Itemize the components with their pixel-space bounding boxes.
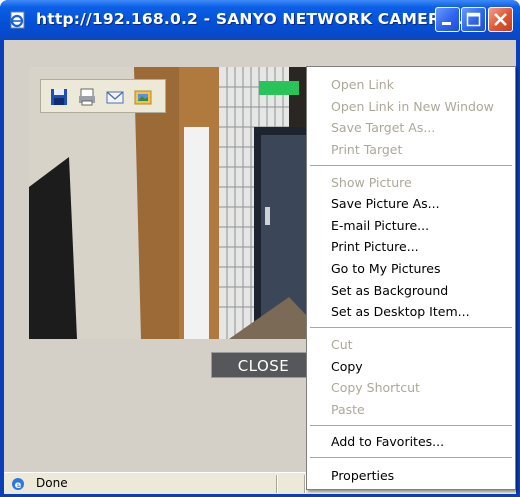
- status-divider: [276, 475, 278, 493]
- menu-item-set-as-desktop-item[interactable]: Set as Desktop Item...: [331, 304, 470, 319]
- menu-item-copy-shortcut[interactable]: Copy Shortcut: [331, 380, 420, 395]
- window-title: http://192.168.0.2 - SANYO NETWORK CAMER…: [36, 10, 471, 28]
- email-icon[interactable]: [105, 87, 125, 107]
- print-icon[interactable]: [77, 87, 97, 107]
- menu-item-paste[interactable]: Paste: [331, 402, 365, 417]
- minimize-button[interactable]: [435, 7, 460, 32]
- image-toolbar: [40, 79, 166, 113]
- maximize-icon: [466, 12, 481, 27]
- menu-item-print-target[interactable]: Print Target: [331, 142, 402, 157]
- menu-separator: [310, 327, 512, 328]
- status-text: Done: [36, 476, 68, 490]
- svg-text:e: e: [15, 480, 22, 491]
- menu-separator: [310, 457, 512, 458]
- save-icon[interactable]: [49, 87, 69, 107]
- menu-item-go-to-my-pictures[interactable]: Go to My Pictures: [331, 261, 441, 276]
- ie-page-icon: [10, 11, 25, 29]
- title-bar[interactable]: http://192.168.0.2 - SANYO NETWORK CAMER…: [0, 0, 520, 40]
- menu-item-properties[interactable]: Properties: [331, 468, 394, 483]
- minimize-icon: [442, 22, 451, 25]
- close-icon: [494, 13, 507, 26]
- context-menu: Open Link Open Link in New Window Save T…: [306, 66, 516, 490]
- maximize-button[interactable]: [461, 7, 486, 32]
- my-pictures-icon[interactable]: [133, 87, 153, 107]
- ie-status-icon: e: [12, 478, 24, 491]
- menu-item-copy[interactable]: Copy: [331, 359, 363, 374]
- menu-item-save-target-as[interactable]: Save Target As...: [331, 120, 435, 135]
- menu-item-email-picture[interactable]: E-mail Picture...: [331, 218, 429, 233]
- menu-item-print-picture[interactable]: Print Picture...: [331, 239, 419, 254]
- menu-item-show-picture[interactable]: Show Picture: [331, 175, 412, 190]
- menu-item-cut[interactable]: Cut: [331, 337, 353, 352]
- menu-item-save-picture-as[interactable]: Save Picture As...: [331, 196, 440, 211]
- menu-separator: [310, 165, 512, 166]
- menu-item-add-to-favorites[interactable]: Add to Favorites...: [331, 434, 444, 449]
- menu-item-open-link-new-window[interactable]: Open Link in New Window: [331, 99, 494, 114]
- menu-item-set-as-background[interactable]: Set as Background: [331, 283, 448, 298]
- close-window-button[interactable]: [488, 7, 513, 32]
- menu-item-open-link[interactable]: Open Link: [331, 77, 394, 92]
- browser-window: http://192.168.0.2 - SANYO NETWORK CAMER…: [0, 0, 520, 497]
- menu-separator: [310, 425, 512, 426]
- close-button[interactable]: CLOSE: [211, 352, 316, 378]
